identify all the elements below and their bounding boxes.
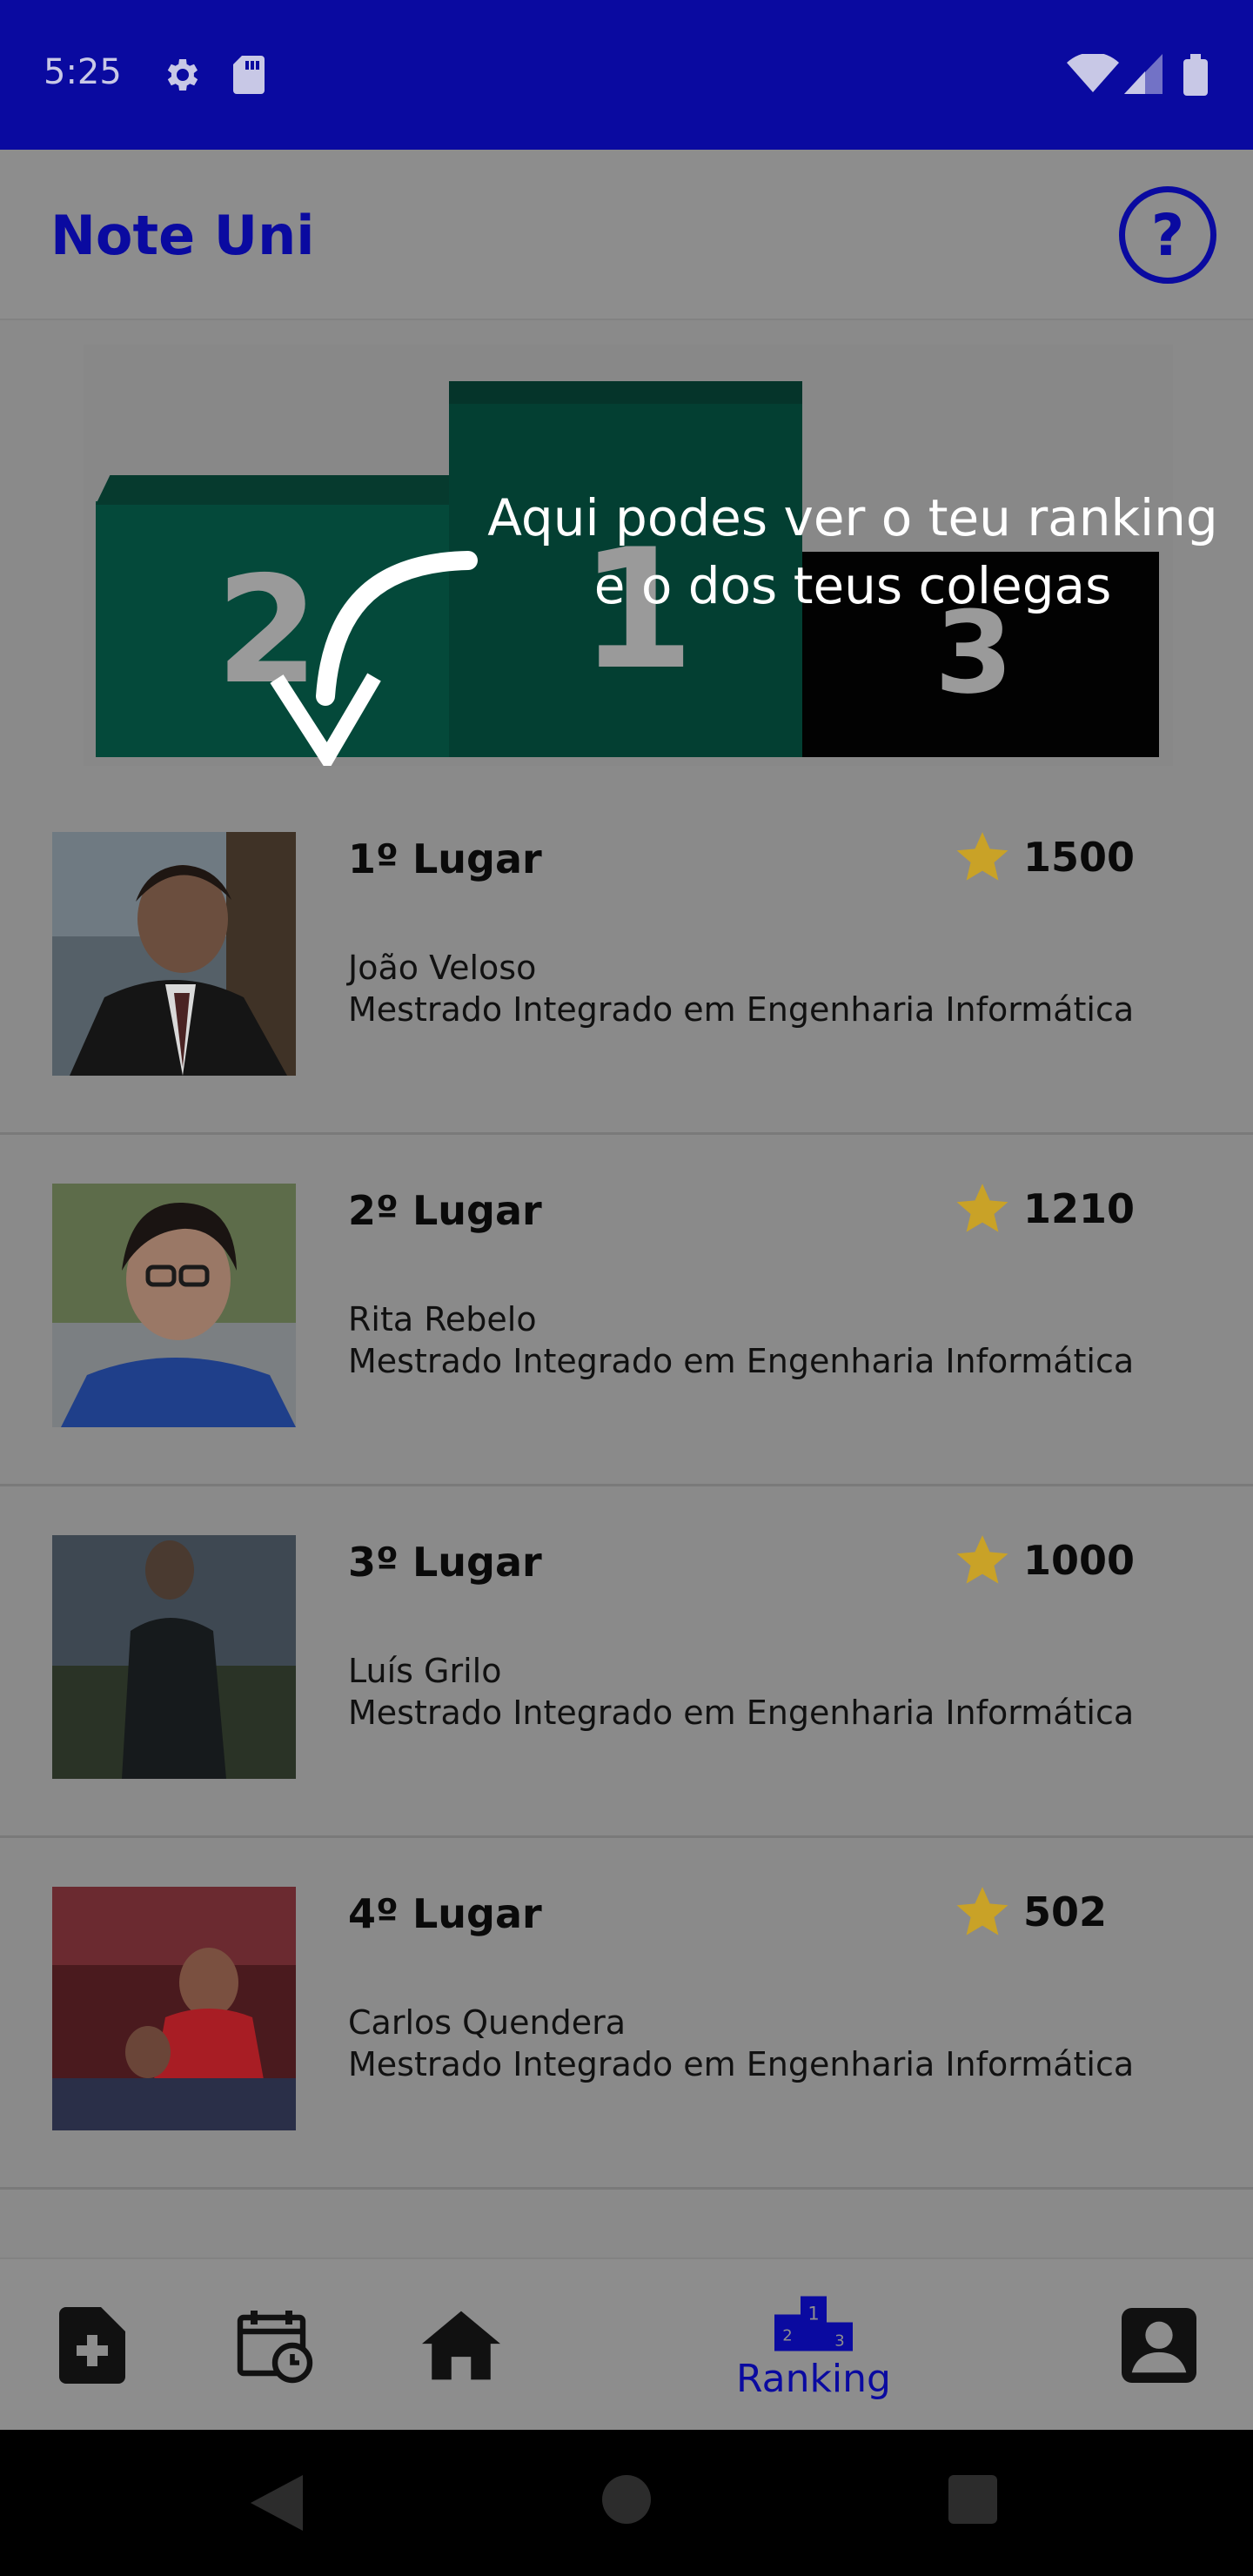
svg-text:1: 1 [807,2303,819,2324]
list-item[interactable]: 1º Lugar 1500 João Veloso Mestrado Integ… [0,783,1253,1135]
add-document-icon [59,2307,125,2384]
tutorial-arrow-icon [270,551,478,766]
sd-card-icon [231,54,266,100]
profile-icon [1122,2308,1196,2383]
avatar [52,1535,296,1779]
star-icon [956,1535,1008,1584]
nav-home[interactable] [409,2259,513,2432]
home-button-icon[interactable] [602,2475,651,2524]
student-course: Mestrado Integrado em Engenharia Informá… [348,1694,1135,1732]
wifi-icon [1067,52,1119,98]
student-name: Luís Grilo [348,1652,502,1690]
rank-place: 1º Lugar [348,835,542,882]
tutorial-line-2: e o dos teus colegas [593,556,1112,615]
nav-calendar[interactable] [223,2259,327,2432]
signal-icon [1124,54,1163,98]
tutorial-line-1: Aqui podes ver o teu ranking [487,488,1218,547]
star-icon [956,1887,1008,1935]
student-name: Carlos Quendera [348,2003,626,2042]
home-icon [422,2311,500,2380]
rank-place: 4º Lugar [348,1890,542,1937]
nav-add-note[interactable] [40,2259,144,2432]
student-course: Mestrado Integrado em Engenharia Informá… [348,2045,1135,2083]
star-icon [956,832,1008,881]
ranking-list: 1º Lugar 1500 João Veloso Mestrado Integ… [0,783,1253,2190]
nav-profile[interactable] [1107,2259,1211,2432]
list-item[interactable]: 3º Lugar 1000 Luís Grilo Mestrado Integr… [0,1486,1253,1838]
rank-points: 502 [1023,1888,1108,1935]
podium-icon: 1 2 3 [774,2296,853,2351]
app-title: Note Uni [50,204,315,267]
avatar [52,832,296,1076]
svg-text:3: 3 [834,2331,844,2350]
student-course: Mestrado Integrado em Engenharia Informá… [348,990,1135,1029]
status-bar: 5:25 [0,0,1253,150]
avatar [52,1887,296,2130]
question-circle-icon: ? [1150,201,1185,269]
app-bar: Note Uni ? [0,150,1253,320]
rank-points: 1210 [1023,1185,1136,1232]
student-name: Rita Rebelo [348,1300,537,1338]
gear-icon [160,54,202,100]
rank-place: 2º Lugar [348,1187,542,1234]
calendar-clock-icon [237,2311,313,2384]
nav-ranking[interactable]: 1 2 3 Ranking [714,2259,914,2432]
svg-text:2: 2 [782,2326,792,2345]
help-button[interactable]: ? [1119,186,1216,284]
battery-icon [1183,54,1208,100]
rank-points: 1500 [1023,834,1136,881]
system-navigation-bar [0,2430,1253,2576]
tutorial-tooltip: Aqui podes ver o teu ranking e o dos teu… [452,484,1253,620]
list-item[interactable]: 2º Lugar 1210 Rita Rebelo Mestrado Integ… [0,1135,1253,1486]
student-course: Mestrado Integrado em Engenharia Informá… [348,1342,1135,1380]
student-name: João Veloso [348,949,537,987]
list-item[interactable]: 4º Lugar 502 Carlos Quendera Mestrado In… [0,1838,1253,2190]
bottom-navigation: 1 2 3 Ranking [0,2257,1253,2430]
avatar [52,1184,296,1427]
star-icon [956,1184,1008,1232]
nav-ranking-label: Ranking [736,2356,891,2401]
rank-place: 3º Lugar [348,1539,542,1586]
back-icon[interactable] [251,2475,303,2531]
status-time: 5:25 [44,52,122,92]
recents-icon[interactable] [948,2475,997,2524]
rank-points: 1000 [1023,1537,1136,1584]
